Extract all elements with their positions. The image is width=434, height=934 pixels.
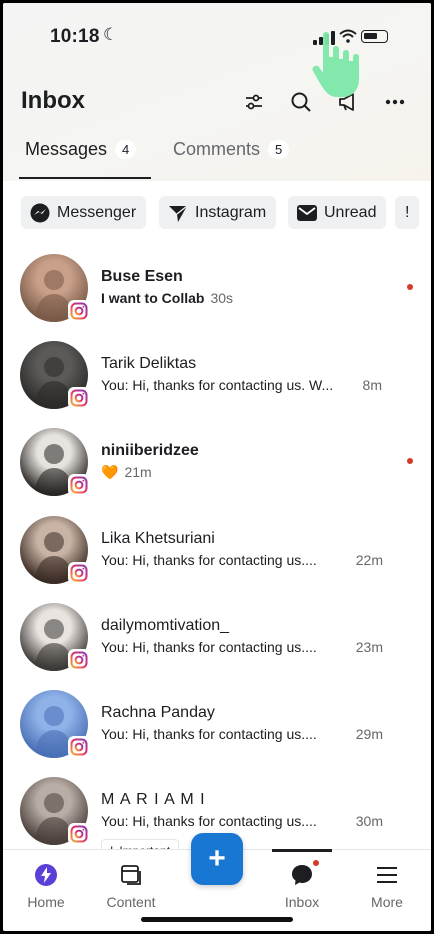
important-icon: ! [405,203,410,221]
home-bolt-icon [33,862,59,888]
page-title: Inbox [21,87,85,114]
message-preview-text: You: Hi, thanks for contacting us.... [101,726,317,742]
nav-home[interactable]: Home [6,850,86,910]
instagram-icon [68,823,90,845]
message-preview-text: You: Hi, thanks for contacting us.... [101,639,317,655]
compose-button[interactable]: + [191,833,243,885]
message-preview-text: I want to Collab [101,290,205,306]
message-time: 30m [355,813,383,829]
message-preview: You: Hi, thanks for contacting us.... [101,552,317,568]
filter-chip-instagram[interactable]: Instagram [159,196,277,229]
filter-chip-important[interactable]: ! [395,196,420,229]
message-preview: You: Hi, thanks for contacting us.... [101,813,317,829]
instagram-icon [68,300,90,322]
chat-bubble-icon [289,860,319,888]
instagram-icon [68,736,90,758]
contact-name: Buse Esen [101,268,183,285]
instagram-icon [68,387,90,409]
moon-icon: ☾ [103,25,119,44]
message-preview-text: You: Hi, thanks for contacting us.... [101,552,317,568]
message-preview: You: Hi, thanks for contacting us. W... [101,377,333,393]
messenger-icon [30,203,50,222]
nav-inbox[interactable]: Inbox [262,850,342,910]
contact-name: Lika Khetsuriani [101,530,215,547]
tab-label: Comments [173,139,261,159]
filter-chip-messenger[interactable]: Messenger [21,196,147,229]
filter-chip-label: Unread [324,203,377,221]
status-time: 10:18 [50,26,100,47]
nav-label: Home [27,894,65,910]
mail-icon [297,204,317,221]
contact-name: Tarik Deliktas [101,355,197,372]
inbox-notification-dot [313,860,319,866]
tab-label: Messages [25,139,108,159]
filter-settings-icon[interactable] [241,89,267,115]
message-time: 30s [210,290,234,306]
app-screen: 10:18 ☾ Inbox Messages 4 Comments 5 Mess… [3,3,431,931]
message-time: 21m [124,464,152,480]
message-time: 29m [355,726,383,742]
message-preview: 🧡 21m [101,464,152,481]
conversation-row[interactable]: Rachna Panday You: Hi, thanks for contact… [3,690,431,776]
message-time: 8m [362,377,382,393]
instagram-icon [68,562,90,584]
nav-more[interactable]: More [347,850,427,910]
content-icon [118,862,144,888]
nav-label: Content [106,894,156,910]
message-time: 23m [355,639,383,655]
unread-dot [407,284,413,290]
conversation-row[interactable]: niniiberidzee 🧡 21m [3,428,431,514]
home-indicator [141,917,293,922]
filter-chip-unread[interactable]: Unread [288,196,387,229]
filter-chip-label: Messenger [57,203,137,221]
conversation-row[interactable]: Buse Esen I want to Collab 30s [3,254,431,340]
message-preview: You: Hi, thanks for contacting us.... [101,639,317,655]
nav-content[interactable]: Content [91,850,171,910]
conversation-row[interactable]: dailymomtivation_ You: Hi, thanks for con… [3,603,431,689]
active-tab-indicator [19,177,151,179]
inbox-tabs: Messages 4 Comments 5 [3,139,431,179]
message-preview: You: Hi, thanks for contacting us.... [101,726,317,742]
message-preview: I want to Collab 30s [101,290,233,306]
tab-count-badge: 4 [115,140,137,159]
nav-label: More [371,894,403,910]
nav-label: Inbox [284,894,320,910]
message-preview-text: You: Hi, thanks for contacting us.... [101,813,317,829]
pointer-cursor-icon [312,32,359,97]
instagram-icon [68,474,90,496]
filter-chip-label: Instagram [195,203,267,221]
filter-chips: Messenger Instagram Unread ! [21,196,431,230]
message-preview-text: 🧡 [101,464,119,480]
message-preview-text: You: Hi, thanks for contacting us. W... [101,377,334,393]
instagram-direct-icon [169,204,188,222]
contact-name: dailymomtivation_ [101,617,230,634]
contact-name: M A R I A M I [101,791,206,808]
message-time: 22m [355,552,383,568]
tab-count-badge: 5 [268,140,290,159]
conversation-row[interactable]: Lika Khetsuriani You: Hi, thanks for cont… [3,516,431,602]
contact-name: niniiberidzee [101,442,199,459]
tab-comments[interactable]: Comments 5 [173,139,290,179]
conversation-row[interactable]: Tarik Deliktas You: Hi, thanks for contac… [3,341,431,427]
tab-messages[interactable]: Messages 4 [25,139,137,179]
unread-dot [407,458,413,464]
menu-icon [374,862,400,888]
instagram-icon [68,649,90,671]
contact-name: Rachna Panday [101,704,215,721]
